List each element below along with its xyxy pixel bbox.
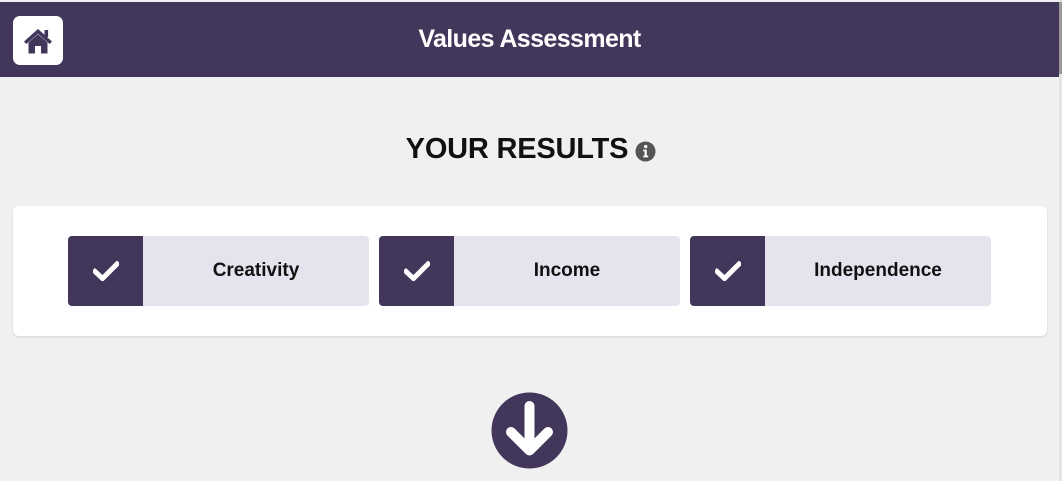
value-label: Income — [533, 260, 601, 281]
results-title: YOUR RESULTS — [405, 132, 629, 165]
results-card: Creativity Income Independence — [13, 206, 1047, 336]
page: Values Assessment YOUR RESULTS Creativit… — [0, 0, 1062, 481]
value-check-box — [68, 236, 143, 306]
scroll-down-button[interactable] — [491, 392, 568, 469]
arrow-down-circle-icon — [491, 392, 568, 469]
check-icon — [714, 261, 741, 281]
info-icon[interactable] — [635, 141, 656, 162]
value-item-independence[interactable]: Independence — [690, 236, 991, 306]
value-label: Creativity — [212, 260, 300, 281]
check-icon — [92, 261, 119, 281]
value-check-box — [690, 236, 765, 306]
home-icon — [24, 28, 52, 53]
value-label: Independence — [814, 260, 942, 281]
value-check-box — [379, 236, 454, 306]
results-heading: YOUR RESULTS — [0, 128, 1062, 170]
app-header: Values Assessment — [0, 2, 1059, 77]
home-button[interactable] — [13, 16, 63, 65]
check-icon — [403, 261, 430, 281]
value-item-creativity[interactable]: Creativity — [68, 236, 369, 306]
app-title: Values Assessment — [418, 25, 641, 53]
value-item-income[interactable]: Income — [379, 236, 680, 306]
